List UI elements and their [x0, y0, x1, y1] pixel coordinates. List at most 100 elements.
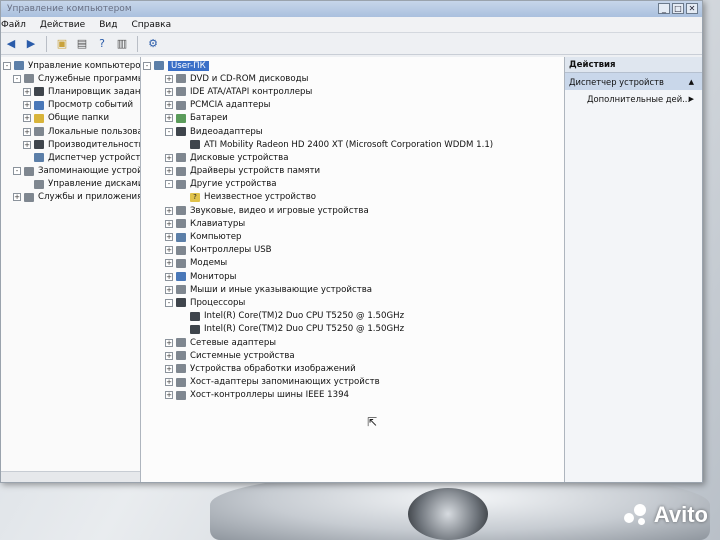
expand-icon[interactable]: + [23, 87, 31, 96]
expand-icon[interactable]: + [165, 167, 173, 176]
expand-icon[interactable]: + [165, 272, 173, 281]
device-tree-item-20[interactable]: + Сетевые адаптеры [141, 336, 564, 349]
device-tree-root[interactable]: - User-ПК [141, 59, 564, 72]
device-tree-item-2[interactable]: + PCMCIA адаптеры [141, 99, 564, 112]
menu-help[interactable]: Справка [131, 20, 171, 30]
nav-tree-item-1[interactable]: - Служебные программы [1, 72, 140, 85]
expand-icon[interactable]: + [165, 101, 173, 110]
tree-item-label: Общие папки [48, 113, 110, 124]
nav-tree-item-8[interactable]: - Запоминающие устройст [1, 165, 140, 178]
expand-icon[interactable]: + [165, 219, 173, 228]
actions-section-device-manager[interactable]: Диспетчер устройств ▲ [565, 73, 702, 90]
menu-action[interactable]: Действие [40, 20, 85, 30]
title-bar[interactable]: Управление компьютером _ □ ✕ [1, 1, 702, 17]
expand-icon[interactable]: + [13, 193, 21, 202]
nav-tree-item-2[interactable]: + Планировщик задани [1, 85, 140, 98]
expand-icon[interactable]: + [165, 114, 173, 123]
nav-tree-item-6[interactable]: + Производительность [1, 138, 140, 151]
device-tree-item-23[interactable]: + Хост-адаптеры запоминающих устройств [141, 376, 564, 389]
device-icon [176, 272, 186, 282]
nav-tree-item-9[interactable]: Управление дисками [1, 178, 140, 191]
device-icon [176, 377, 186, 387]
device-tree-item-17[interactable]: - Процессоры [141, 296, 564, 309]
expand-icon[interactable]: + [165, 285, 173, 294]
collapse-icon[interactable]: - [165, 180, 173, 189]
device-tree-item-5[interactable]: ATI Mobility Radeon HD 2400 XT (Microsof… [141, 138, 564, 151]
more-actions-item[interactable]: Дополнительные дей... ▶ [565, 90, 702, 107]
avito-wordmark: Avito [653, 502, 708, 527]
device-tree-item-9[interactable]: ? Неизвестное устройство [141, 191, 564, 204]
help-icon[interactable]: ? [94, 36, 110, 52]
expand-icon[interactable]: + [165, 364, 173, 373]
expand-icon[interactable]: + [165, 74, 173, 83]
device-tree-item-7[interactable]: + Драйверы устройств памяти [141, 165, 564, 178]
device-tree-item-12[interactable]: + Компьютер [141, 230, 564, 243]
collapse-icon[interactable]: - [143, 61, 151, 70]
expand-icon[interactable]: + [165, 87, 173, 96]
expand-icon[interactable]: + [165, 378, 173, 387]
forward-arrow-icon[interactable]: ▶ [23, 36, 39, 52]
nav-tree-item-5[interactable]: + Локальные пользова [1, 125, 140, 138]
collapse-icon[interactable]: - [13, 167, 21, 176]
device-tree-item-19[interactable]: Intel(R) Core(TM)2 Duo CPU T5250 @ 1.50G… [141, 323, 564, 336]
device-icon [24, 192, 34, 202]
device-icon [190, 311, 200, 321]
device-icon [176, 206, 186, 216]
device-tree-item-4[interactable]: - Видеоадаптеры [141, 125, 564, 138]
nav-tree-item-3[interactable]: + Просмотр событий [1, 99, 140, 112]
tree-item-label: Службы и приложения [38, 192, 141, 203]
expand-icon[interactable]: + [165, 246, 173, 255]
nav-tree-item-4[interactable]: + Общие папки [1, 112, 140, 125]
device-tree-item-22[interactable]: + Устройства обработки изображений [141, 362, 564, 375]
collapse-icon[interactable]: - [165, 127, 173, 136]
device-tree-item-21[interactable]: + Системные устройства [141, 349, 564, 362]
device-tree-item-15[interactable]: + Мониторы [141, 270, 564, 283]
device-icon [176, 74, 186, 84]
expand-icon[interactable]: + [23, 101, 31, 110]
expand-icon[interactable]: + [165, 391, 173, 400]
device-tree-item-16[interactable]: + Мыши и иные указывающие устройства [141, 283, 564, 296]
computer-icon [14, 61, 24, 71]
device-tree-item-6[interactable]: + Дисковые устройства [141, 151, 564, 164]
nav-tree-item-10[interactable]: + Службы и приложения [1, 191, 140, 204]
expand-icon[interactable]: + [165, 206, 173, 215]
device-tree-item-18[interactable]: Intel(R) Core(TM)2 Duo CPU T5250 @ 1.50G… [141, 310, 564, 323]
device-tree-item-3[interactable]: + Батареи [141, 112, 564, 125]
expand-icon[interactable]: + [165, 153, 173, 162]
show-hide-icon[interactable]: ▥ [114, 36, 130, 52]
maximize-button[interactable]: □ [672, 3, 684, 14]
minimize-button[interactable]: _ [658, 3, 670, 14]
device-tree-item-10[interactable]: + Звуковые, видео и игровые устройства [141, 204, 564, 217]
menu-view[interactable]: Вид [99, 20, 117, 30]
expand-icon[interactable]: + [165, 351, 173, 360]
device-tree-item-24[interactable]: + Хост-контроллеры шины IEEE 1394 [141, 389, 564, 402]
device-tree-item-1[interactable]: + IDE ATA/ATAPI контроллеры [141, 85, 564, 98]
expand-icon[interactable]: + [165, 338, 173, 347]
nav-tree-item-0[interactable]: - Управление компьютером (л [1, 59, 140, 72]
up-folder-icon[interactable]: ▣ [54, 36, 70, 52]
device-tree-item-8[interactable]: - Другие устройства [141, 178, 564, 191]
properties-icon[interactable]: ▤ [74, 36, 90, 52]
expand-icon[interactable]: + [23, 114, 31, 123]
device-tree-item-14[interactable]: + Модемы [141, 257, 564, 270]
menu-file[interactable]: Файл [1, 20, 26, 30]
close-button[interactable]: ✕ [686, 3, 698, 14]
device-icon [34, 127, 44, 137]
nav-tree-item-7[interactable]: Диспетчер устройств [1, 151, 140, 164]
device-tree-item-13[interactable]: + Контроллеры USB [141, 244, 564, 257]
scan-hardware-icon[interactable]: ⚙ [145, 36, 161, 52]
collapse-icon[interactable]: - [13, 74, 21, 83]
expand-icon[interactable]: + [23, 127, 31, 136]
collapse-up-icon[interactable]: ▲ [689, 78, 694, 86]
collapse-icon[interactable]: - [165, 298, 173, 307]
device-tree-item-11[interactable]: + Клавиатуры [141, 217, 564, 230]
expand-icon[interactable]: + [23, 140, 31, 149]
expand-icon[interactable]: + [165, 259, 173, 268]
back-arrow-icon[interactable]: ◀ [3, 36, 19, 52]
device-tree-item-0[interactable]: + DVD и CD-ROM дисководы [141, 72, 564, 85]
collapse-icon[interactable]: - [3, 61, 11, 70]
expand-icon[interactable]: + [165, 233, 173, 242]
horizontal-scrollbar[interactable] [1, 471, 140, 482]
device-icon [34, 179, 44, 189]
